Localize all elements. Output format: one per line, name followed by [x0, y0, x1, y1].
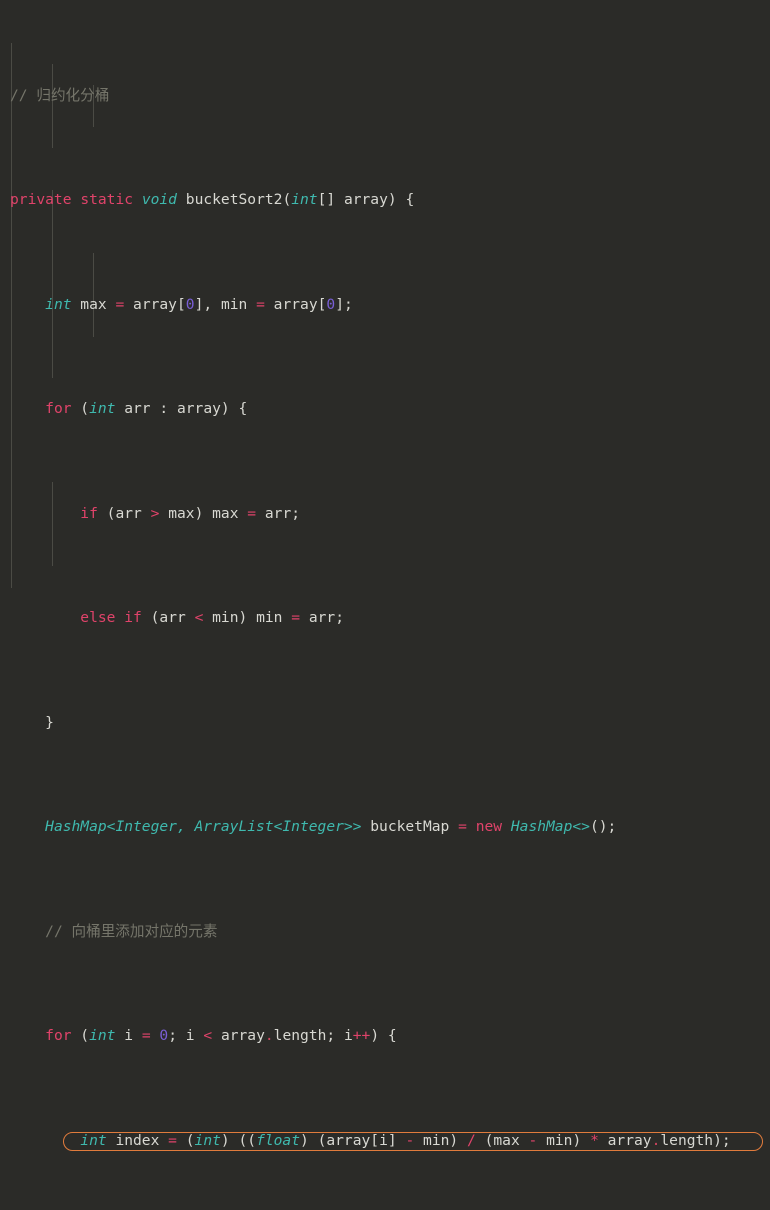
keyword-if: if — [80, 504, 98, 522]
code-line[interactable]: private static void bucketSort2(int[] ar… — [0, 190, 770, 211]
type-hashmap: HashMap<Integer, ArrayList<Integer>> — [45, 818, 362, 836]
code-line-highlighted[interactable]: int index = (int) ((float) (array[i] - m… — [0, 1131, 770, 1152]
comment-token: // 向桶里添加对应的元素 — [45, 922, 218, 940]
code-line[interactable]: // 向桶里添加对应的元素 — [0, 922, 770, 943]
keyword-for: for — [45, 400, 72, 418]
keyword-static: static — [80, 191, 134, 209]
code-line[interactable]: if (arr > max) max = arr; — [0, 504, 770, 525]
method-name: bucketSort2 — [185, 191, 283, 209]
keyword-new: new — [475, 818, 503, 836]
code-content[interactable]: // 归约化分桶 private static void bucketSort2… — [0, 2, 770, 1210]
keyword-private: private — [10, 191, 72, 209]
code-line[interactable]: for (int i = 0; i < array.length; i++) { — [0, 1026, 770, 1047]
code-line[interactable]: HashMap<Integer, ArrayList<Integer>> buc… — [0, 817, 770, 838]
code-line[interactable]: else if (arr < min) min = arr; — [0, 608, 770, 629]
code-line[interactable]: } — [0, 713, 770, 734]
code-line[interactable]: // 归约化分桶 — [0, 86, 770, 107]
code-line[interactable]: for (int arr : array) { — [0, 399, 770, 420]
keyword-else: else — [80, 609, 116, 627]
code-line[interactable]: int max = array[0], min = array[0]; — [0, 295, 770, 316]
type-float: float — [256, 1131, 300, 1149]
type-void: void — [141, 191, 177, 209]
type-int: int — [291, 191, 318, 209]
comment-token: // 归约化分桶 — [10, 86, 110, 104]
code-editor-pane[interactable]: // 归约化分桶 private static void bucketSort2… — [0, 0, 770, 1151]
